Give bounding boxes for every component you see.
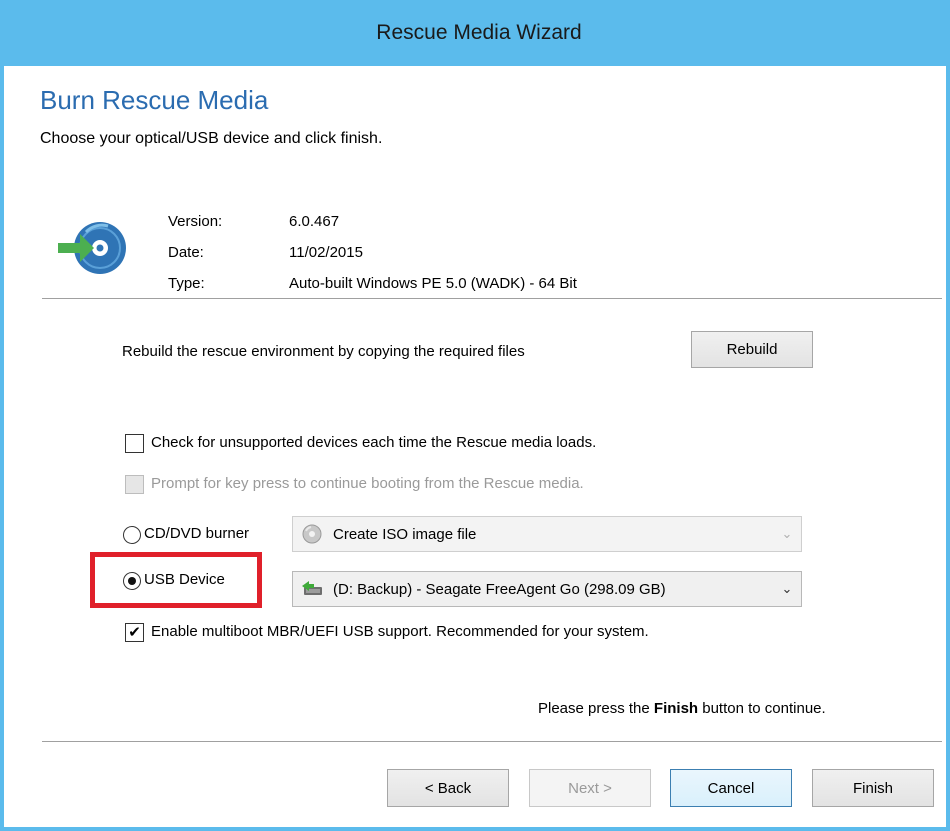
finish-instruction-suffix: button to continue. bbox=[698, 700, 826, 717]
cancel-button[interactable]: Cancel bbox=[670, 769, 792, 807]
page-title: Burn Rescue Media bbox=[40, 85, 269, 115]
next-button: Next > bbox=[529, 769, 651, 807]
usb-drive-icon bbox=[301, 578, 323, 600]
version-label: Version: bbox=[168, 213, 223, 230]
prompt-keypress-label: Prompt for key press to continue booting… bbox=[151, 475, 584, 492]
cd-dvd-radio[interactable] bbox=[123, 526, 141, 544]
window-title: Rescue Media Wizard bbox=[376, 21, 582, 44]
multiboot-label[interactable]: Enable multiboot MBR/UEFI USB support. R… bbox=[151, 623, 649, 640]
multiboot-checkbox[interactable]: ✔ bbox=[125, 623, 144, 642]
date-value: 11/02/2015 bbox=[289, 244, 363, 261]
type-label: Type: bbox=[168, 275, 205, 292]
usb-device-radio[interactable] bbox=[123, 572, 141, 590]
date-label: Date: bbox=[168, 244, 204, 261]
finish-instruction: Please press the Finish button to contin… bbox=[538, 700, 826, 717]
cd-dvd-label[interactable]: CD/DVD burner bbox=[144, 525, 249, 542]
wizard-window: Rescue Media Wizard Burn Rescue Media Ch… bbox=[0, 0, 950, 831]
cd-icon bbox=[301, 523, 323, 545]
version-value: 6.0.467 bbox=[289, 213, 340, 230]
rebuild-button[interactable]: Rebuild bbox=[691, 331, 813, 368]
type-value: Auto-built Windows PE 5.0 (WADK) - 64 Bi… bbox=[289, 275, 577, 292]
finish-instruction-emphasis: Finish bbox=[653, 700, 699, 717]
footer-divider bbox=[42, 741, 942, 742]
check-unsupported-checkbox[interactable] bbox=[125, 434, 144, 453]
title-bar[interactable]: Rescue Media Wizard bbox=[4, 0, 950, 66]
usb-device-label[interactable]: USB Device bbox=[144, 571, 225, 588]
usb-device-select[interactable]: (D: Backup) - Seagate FreeAgent Go (298.… bbox=[292, 571, 802, 607]
checkmark-icon: ✔ bbox=[128, 624, 141, 641]
finish-instruction-prefix: Please press the bbox=[538, 700, 654, 717]
chevron-down-icon[interactable]: ⌄ bbox=[773, 581, 801, 597]
disc-arrow-icon bbox=[56, 212, 128, 284]
check-unsupported-label[interactable]: Check for unsupported devices each time … bbox=[151, 434, 596, 451]
cd-dvd-select: Create ISO image file ⌄ bbox=[292, 516, 802, 552]
finish-button[interactable]: Finish bbox=[812, 769, 934, 807]
usb-device-select-value: (D: Backup) - Seagate FreeAgent Go (298.… bbox=[333, 580, 666, 598]
prompt-keypress-checkbox bbox=[125, 475, 144, 494]
divider bbox=[42, 298, 942, 299]
rebuild-description: Rebuild the rescue environment by copyin… bbox=[122, 343, 525, 360]
chevron-down-icon: ⌄ bbox=[781, 526, 793, 541]
cd-dvd-select-value: Create ISO image file bbox=[333, 525, 477, 543]
back-button[interactable]: < Back bbox=[387, 769, 509, 807]
page-subtitle: Choose your optical/USB device and click… bbox=[40, 130, 383, 147]
